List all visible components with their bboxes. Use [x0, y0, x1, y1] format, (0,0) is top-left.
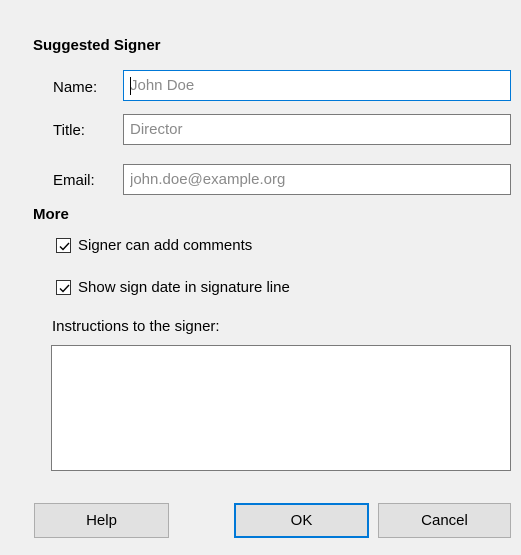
title-input[interactable] [124, 115, 510, 144]
title-field[interactable] [123, 114, 511, 145]
more-heading: More [33, 206, 69, 223]
name-input[interactable] [124, 71, 510, 100]
instructions-textarea[interactable] [51, 345, 511, 471]
checkmark-icon [59, 284, 70, 293]
suggested-signer-heading: Suggested Signer [33, 37, 161, 54]
title-label: Title: [53, 122, 85, 139]
ok-button[interactable]: OK [234, 503, 369, 538]
cancel-button[interactable]: Cancel [378, 503, 511, 538]
text-caret [130, 77, 131, 95]
email-label: Email: [53, 172, 95, 189]
show-date-checkbox[interactable] [56, 280, 71, 295]
checkmark-icon [59, 242, 70, 251]
instructions-label: Instructions to the signer: [52, 318, 220, 335]
name-field[interactable] [123, 70, 511, 101]
show-date-row[interactable]: Show sign date in signature line [56, 279, 290, 296]
email-field[interactable] [123, 164, 511, 195]
show-date-label: Show sign date in signature line [78, 279, 290, 296]
add-comments-checkbox[interactable] [56, 238, 71, 253]
name-label: Name: [53, 79, 98, 96]
add-comments-row[interactable]: Signer can add comments [56, 237, 252, 254]
email-input[interactable] [124, 165, 510, 194]
add-comments-label: Signer can add comments [78, 237, 253, 254]
help-button[interactable]: Help [34, 503, 169, 538]
